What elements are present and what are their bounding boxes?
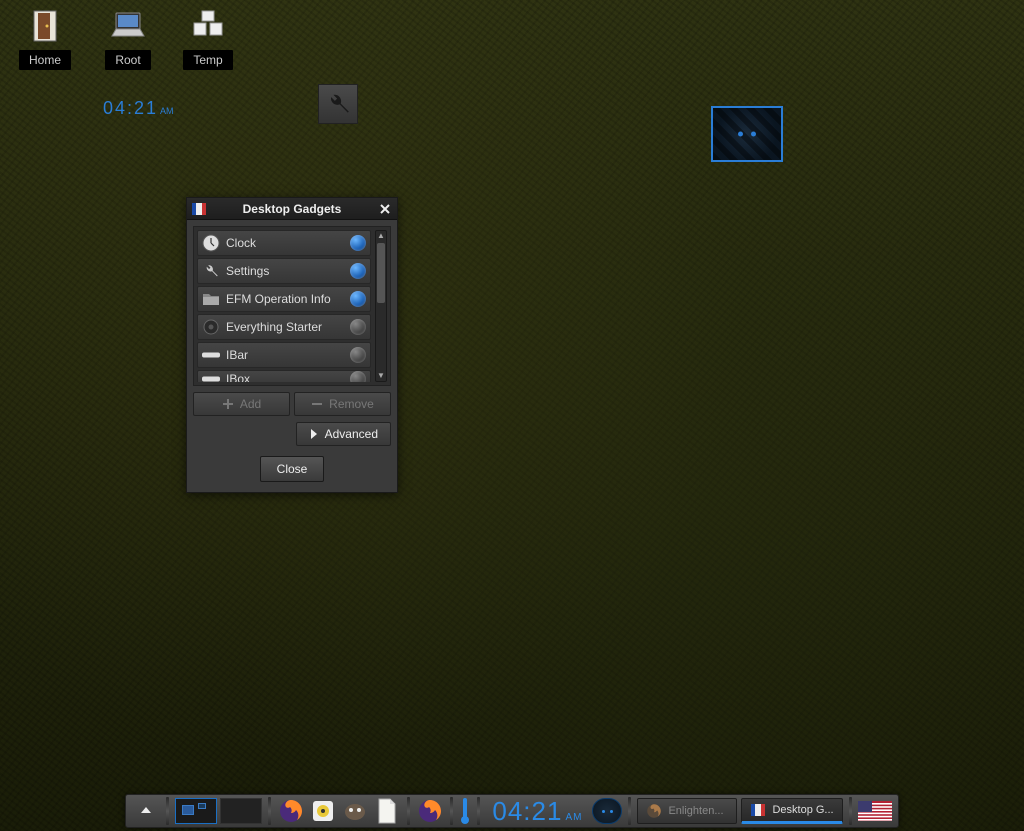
flag-icon <box>750 804 766 816</box>
gadget-item-label: Everything Starter <box>226 320 344 334</box>
desktop-icon-label: Temp <box>183 50 232 70</box>
separator <box>166 797 169 825</box>
gadget-item-efm[interactable]: EFM Operation Info <box>197 286 371 312</box>
keyboard-layout-us[interactable] <box>858 801 892 821</box>
clock-ampm: AM <box>160 106 174 116</box>
status-badge <box>350 371 366 382</box>
remove-button[interactable]: Remove <box>294 392 391 416</box>
separator <box>477 797 480 825</box>
clock-icon <box>202 234 220 252</box>
gadget-item-label: Clock <box>226 236 344 250</box>
desktop-icon-temp[interactable]: Temp <box>168 8 248 70</box>
firefox-icon <box>646 803 662 819</box>
gadget-item-label: IBar <box>226 348 344 362</box>
launcher-document[interactable] <box>373 797 401 825</box>
separator <box>849 797 852 825</box>
gadget-list: Clock Settings EFM Operation Info <box>193 226 391 386</box>
task-enlightenment[interactable]: Enlighten... <box>637 798 737 824</box>
launcher-icon <box>202 318 220 336</box>
scroll-down-button[interactable]: ▼ <box>376 371 386 381</box>
chevron-right-icon <box>309 428 319 440</box>
gadget-item-everything[interactable]: Everything Starter <box>197 314 371 340</box>
close-button[interactable]: Close <box>260 456 325 482</box>
separator <box>450 797 453 825</box>
add-button[interactable]: Add <box>193 392 290 416</box>
status-badge <box>350 291 366 307</box>
wrench-icon <box>325 91 351 117</box>
taskbar: 04:21AM Enlighten... Desktop G... <box>0 791 1024 831</box>
status-badge <box>350 235 366 251</box>
list-scrollbar[interactable]: ▲ ▼ <box>375 230 387 382</box>
door-icon <box>25 8 65 44</box>
scroll-thumb[interactable] <box>377 243 385 303</box>
pager-desktop-2[interactable] <box>220 798 262 824</box>
gadget-item-label: EFM Operation Info <box>226 292 344 306</box>
dialog-titlebar[interactable]: Desktop Gadgets <box>187 198 397 220</box>
status-badge <box>350 319 366 335</box>
gadget-item-ibox[interactable]: IBox <box>197 370 371 382</box>
bar-icon <box>202 346 220 364</box>
button-label: Add <box>240 397 261 411</box>
dialog-icon <box>191 201 207 217</box>
task-desktop-gadgets[interactable]: Desktop G... <box>741 798 842 824</box>
minus-icon <box>311 398 323 410</box>
scroll-up-button[interactable]: ▲ <box>376 231 386 241</box>
start-button[interactable] <box>132 797 160 825</box>
laptop-icon <box>108 8 148 44</box>
task-label: Enlighten... <box>668 805 723 817</box>
selected-gadget[interactable] <box>711 106 783 162</box>
boxes-icon <box>188 8 228 44</box>
folder-icon <box>202 290 220 308</box>
thermometer-gadget[interactable] <box>459 797 471 825</box>
gadget-item-label: Settings <box>226 264 344 278</box>
launcher-firefox[interactable] <box>277 797 305 825</box>
settings-gadget[interactable] <box>318 84 358 124</box>
bar-icon <box>202 370 220 382</box>
clock-time: 04:21 <box>103 98 158 118</box>
pager <box>175 798 262 824</box>
launcher-firefox-2[interactable] <box>416 797 444 825</box>
plus-icon <box>222 398 234 410</box>
desktop-icon-label: Root <box>105 50 150 70</box>
clock-time: 04:21 <box>492 796 562 827</box>
gadget-item-settings[interactable]: Settings <box>197 258 371 284</box>
taskbar-eye-gadget[interactable] <box>592 798 622 824</box>
task-label: Desktop G... <box>772 804 833 816</box>
launcher-music[interactable] <box>309 797 337 825</box>
launcher-gimp[interactable] <box>341 797 369 825</box>
separator <box>268 797 271 825</box>
advanced-button[interactable]: Advanced <box>296 422 391 446</box>
gadget-item-clock[interactable]: Clock <box>197 230 371 256</box>
eyes-icon <box>738 132 756 137</box>
desktop-clock-gadget[interactable]: 04:21AM <box>103 98 174 120</box>
gadget-item-label: IBox <box>226 372 344 382</box>
pager-desktop-1[interactable] <box>175 798 217 824</box>
status-badge <box>350 347 366 363</box>
desktop-icon-root[interactable]: Root <box>88 8 168 70</box>
button-label: Advanced <box>325 427 378 441</box>
wrench-icon <box>202 262 220 280</box>
status-badge <box>350 263 366 279</box>
separator <box>407 797 410 825</box>
button-label: Remove <box>329 397 374 411</box>
desktop-gadgets-dialog: Desktop Gadgets Clock <box>186 197 398 493</box>
desktop-icon-home[interactable]: Home <box>5 8 85 70</box>
dialog-close-button[interactable] <box>377 201 393 217</box>
taskbar-clock[interactable]: 04:21AM <box>486 796 588 827</box>
clock-ampm: AM <box>565 812 582 823</box>
desktop-icon-label: Home <box>19 50 71 70</box>
dialog-title: Desktop Gadgets <box>207 202 377 216</box>
separator <box>628 797 631 825</box>
gadget-item-ibar[interactable]: IBar <box>197 342 371 368</box>
